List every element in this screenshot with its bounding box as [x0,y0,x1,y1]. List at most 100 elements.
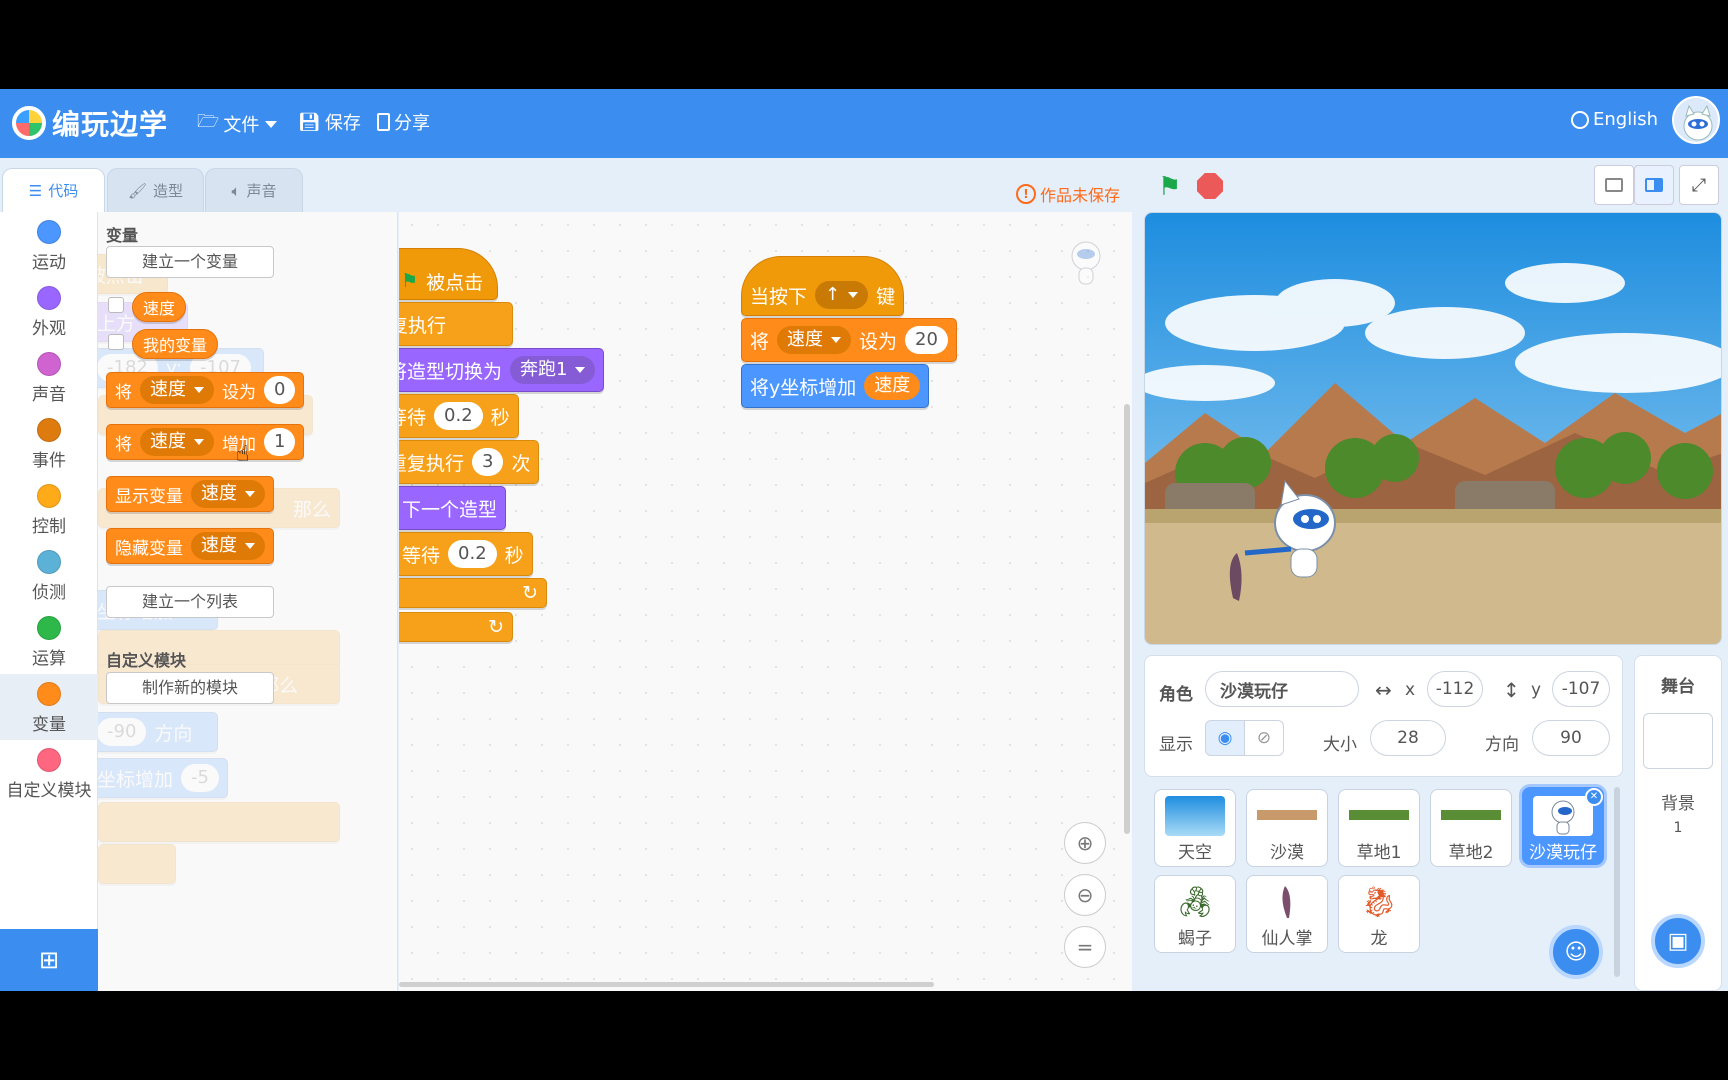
variable-reporter[interactable]: 速度 [864,372,921,400]
size-input[interactable]: 28 [1370,720,1446,756]
green-flag-button[interactable]: ⚑ [1158,172,1181,202]
forever-block[interactable]: 重复执行 [399,302,513,346]
category-events[interactable]: 事件 [0,410,98,476]
var-mine-checkbox[interactable] [108,334,124,350]
sprite-tile[interactable]: 🐉︎ 龙 [1338,875,1420,953]
make-block-button[interactable]: 制作新的模块 [106,672,274,704]
category-my-blocks[interactable]: 自定义模块 [0,740,98,806]
make-list-button[interactable]: 建立一个列表 [106,586,274,618]
show-variable-block[interactable]: 显示变量 速度 [106,476,274,512]
switch-costume-block[interactable]: 将造型切换为 奔跑1 [399,348,605,392]
horizontal-scrollbar[interactable] [399,982,934,987]
category-sensing[interactable]: 侦测 [0,542,98,608]
category-control[interactable]: 控制 [0,476,98,542]
block-text: 显示变量 [115,486,183,507]
share-icon [377,113,390,131]
block-text: 重复执行 [399,314,447,337]
set-variable-block[interactable]: 将 速度 设为 20 [741,318,957,362]
add-extension-button[interactable]: ⊞ [0,929,98,991]
sprite-tile[interactable]: 天空 [1154,789,1236,867]
repeat-block[interactable]: 重复执行 3 次 [399,440,540,484]
y-input[interactable]: -107 [1552,671,1610,707]
direction-input[interactable]: 90 [1532,720,1610,756]
fullscreen-button[interactable]: ⤢ [1679,165,1719,205]
make-variable-button[interactable]: 建立一个变量 [106,246,274,278]
small-stage-button[interactable] [1594,165,1634,205]
value-input[interactable]: 0.2 [434,402,483,430]
sprite-thumbnail [1257,796,1317,836]
change-variable-block[interactable]: 将 速度 增加 1 [106,424,305,460]
sprite-tile[interactable]: 🦂︎ 蝎子 [1154,875,1236,953]
variable-dropdown[interactable]: 速度 [777,326,852,354]
stop-button[interactable] [1197,173,1223,199]
wait-block[interactable]: 等待 0.2 秒 [399,532,533,576]
category-motion[interactable]: 运动 [0,212,98,278]
dropdown-value: 奔跑1 [520,359,568,380]
category-sound[interactable]: 声音 [0,344,98,410]
language-button[interactable]: English [1571,109,1658,130]
delete-sprite-icon[interactable]: ✕ [1585,788,1603,806]
zoom-reset-button[interactable]: = [1064,926,1106,968]
when-flag-clicked-block[interactable]: 当 ⚑ 被点击 [399,248,499,300]
sprite-name-input[interactable]: 沙漠玩仔 [1205,671,1359,707]
value-input[interactable]: 1 [264,428,296,456]
sprite-tile-selected[interactable]: 沙漠玩仔 ✕ [1522,787,1604,865]
ghost-text: -5 [181,764,219,792]
tab-code[interactable]: ☰ 代码 [2,168,105,212]
value-input[interactable]: 0 [264,376,296,404]
block-text: 键 [876,285,896,308]
add-sprite-button[interactable]: ☺ [1549,925,1603,979]
when-key-pressed-block[interactable]: 当按下 ↑ 键 [741,256,905,316]
logo[interactable]: 编玩边学 [12,103,168,143]
hide-variable-block[interactable]: 隐藏变量 速度 [106,528,274,564]
category-operators[interactable]: 运算 [0,608,98,674]
sprite-tile[interactable]: 草地1 [1338,789,1420,867]
stage-selector[interactable]: 舞台 背景 1 ▣ [1634,655,1722,991]
variable-dropdown[interactable]: 速度 [140,428,214,456]
tab-costumes[interactable]: 🖌︎ 造型 [107,168,204,212]
wait-block[interactable]: 等待 0.2 秒 [399,394,519,438]
variable-dropdown[interactable]: 速度 [140,376,214,404]
eye-icon: ◉ [1217,728,1233,748]
category-variables[interactable]: 变量 [0,674,98,740]
key-dropdown[interactable]: ↑ [815,281,869,309]
zoom-out-button[interactable]: ⊖ [1064,874,1106,916]
value-input[interactable]: 20 [905,326,948,354]
sprite-tile[interactable]: 草地2 [1430,789,1512,867]
change-y-block[interactable]: 将y坐标增加 速度 [741,364,930,408]
chevron-down-icon [245,491,255,497]
variable-dropdown[interactable]: 速度 [191,532,265,560]
code-workspace[interactable]: 当 ⚑ 被点击 重复执行 将造型切换为 奔跑1 等待 0.2 秒 重复执行 3 … [399,212,1132,991]
vertical-scrollbar[interactable] [1124,404,1130,834]
extension-icon: ⊞ [38,946,60,974]
file-menu[interactable]: 🗁 文件 [197,109,278,139]
x-input[interactable]: -112 [1427,671,1483,707]
var-speed-checkbox[interactable] [108,297,124,313]
normal-stage-button[interactable] [1634,165,1674,205]
tab-sounds[interactable]: 🔈︎ 声音 [205,168,303,212]
sprite-tile[interactable]: 沙漠 [1246,789,1328,867]
top-bar: 编玩边学 🗁 文件 💾︎ 保存 分享 English [0,89,1728,158]
costume-dropdown[interactable]: 奔跑1 [510,356,596,384]
add-backdrop-button[interactable]: ▣ [1651,914,1705,968]
sprite-list-scrollbar[interactable] [1614,787,1620,977]
save-button[interactable]: 💾︎ 保存 [298,109,361,135]
show-visible-button[interactable]: ◉ [1205,720,1245,756]
block-text: 当按下 [750,285,808,308]
var-speed-reporter[interactable]: 速度 [132,292,187,322]
sprite-tile[interactable]: 仙人掌 [1246,875,1328,953]
value-input[interactable]: 3 [472,448,504,476]
category-looks[interactable]: 外观 [0,278,98,344]
share-button[interactable]: 分享 [377,109,430,135]
set-variable-block[interactable]: 将 速度 设为 0 [106,372,305,408]
hide-visible-button[interactable]: ⊘ [1244,720,1284,756]
next-costume-block[interactable]: 下一个造型 [399,486,507,530]
hand-cursor-icon: ☝ [236,442,250,467]
stage-canvas[interactable] [1144,212,1722,645]
zoom-in-button[interactable]: ⊕ [1064,822,1106,864]
user-avatar[interactable] [1672,96,1720,144]
brush-icon: 🖌︎ [127,181,148,200]
variable-dropdown[interactable]: 速度 [191,480,265,508]
value-input[interactable]: 0.2 [448,540,497,568]
var-mine-reporter[interactable]: 我的变量 [132,329,219,359]
